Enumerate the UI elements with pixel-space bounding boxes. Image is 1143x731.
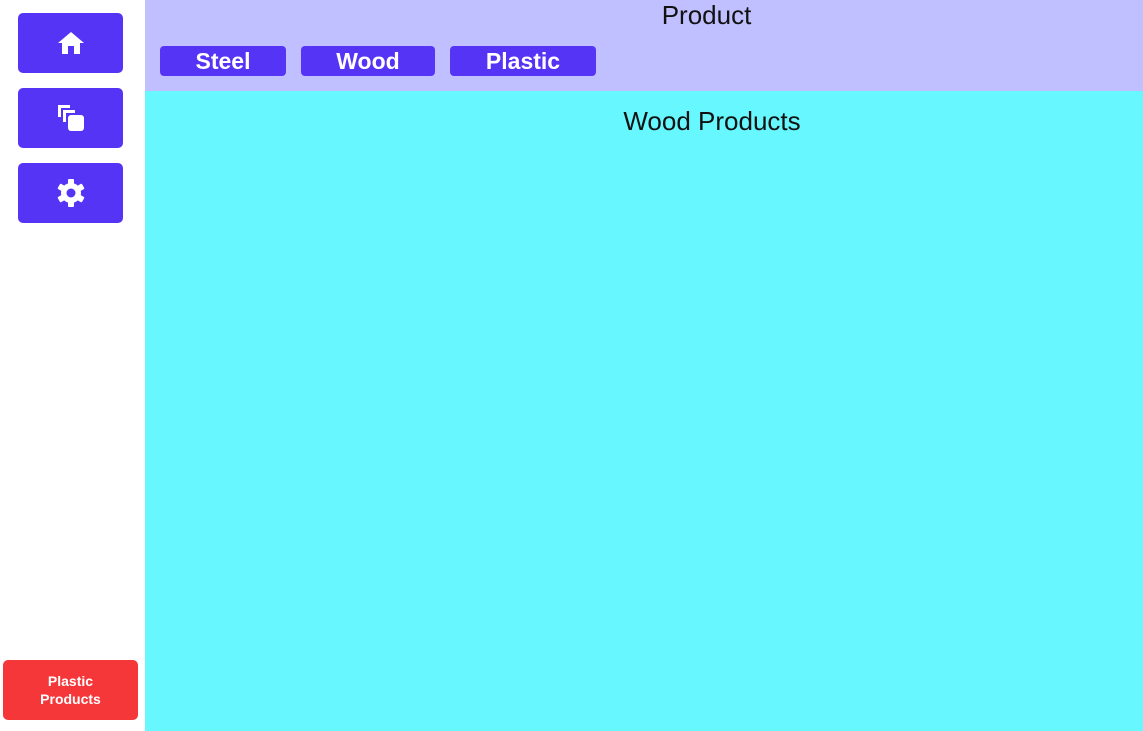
page-title: Product [661,0,752,30]
settings-button[interactable] [18,163,123,223]
plastic-products-label-line2: Products [40,691,101,707]
gear-icon [57,179,84,207]
plastic-products-button[interactable]: Plastic Products [3,660,138,720]
plastic-button[interactable]: Plastic [450,46,596,76]
pages-button[interactable] [18,88,123,148]
plastic-products-label: Plastic Products [31,672,111,708]
sidebar: Plastic Products [0,0,145,731]
plastic-products-label-line1: Plastic [47,673,94,689]
app-root: Plastic Products Product Steel Wood Plas… [0,0,1143,731]
wood-button[interactable]: Wood [301,46,435,76]
header: Product Steel Wood Plastic [145,0,1143,91]
main-content: Wood Products [145,91,1143,731]
home-icon [57,32,84,54]
steel-button[interactable]: Steel [160,46,286,76]
section-title: Wood Products [623,106,801,136]
pages-icon [57,105,84,131]
